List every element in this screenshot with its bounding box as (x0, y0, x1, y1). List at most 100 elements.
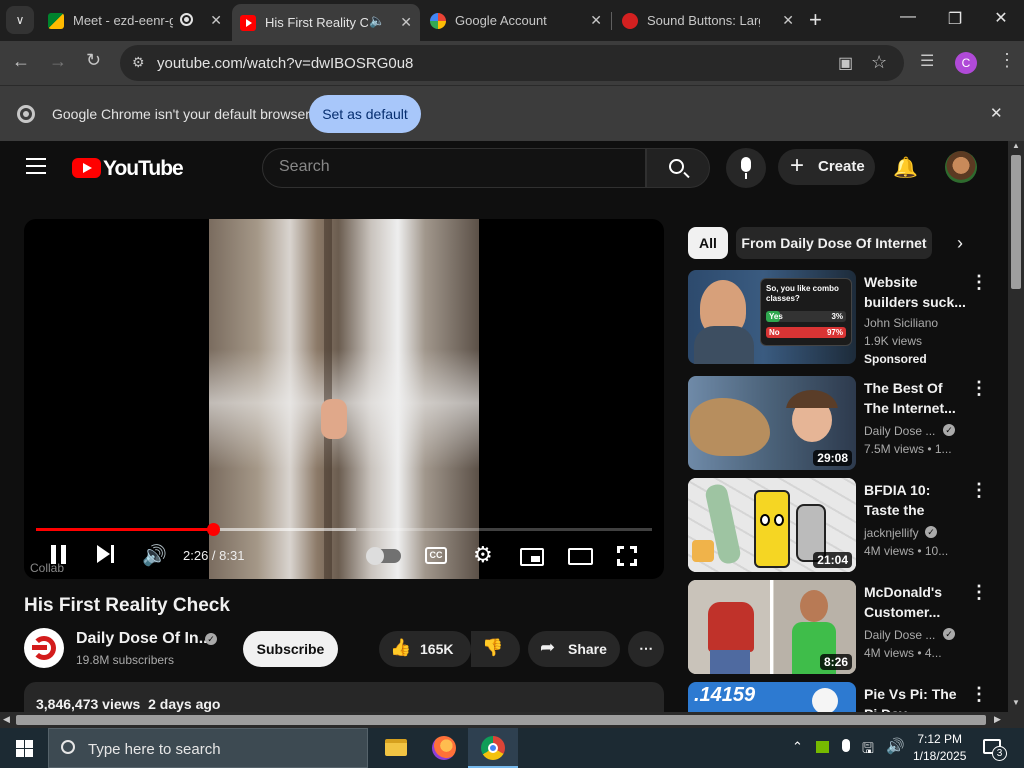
horizontal-scrollbar[interactable]: ◀ ▶ (0, 712, 1008, 728)
scrubber-handle[interactable] (206, 523, 220, 536)
close-tab-icon[interactable]: ✕ (782, 12, 794, 29)
scrollbar-thumb[interactable] (1011, 155, 1021, 289)
speaker-tray-icon[interactable]: 🔊 (886, 737, 905, 755)
recommendation-item[interactable]: 21:04 BFDIA 10: Taste the Sweetness jack… (688, 478, 1000, 572)
subscribe-button[interactable]: Subscribe (243, 631, 338, 667)
search-box[interactable] (262, 148, 646, 188)
site-info-icon[interactable]: ⚙ (132, 54, 145, 71)
media-control-icon[interactable]: ☰ (920, 51, 934, 71)
address-bar[interactable]: ⚙ youtube.com/watch?v=dwIBOSRG0u8 ▣ ☆ (120, 45, 904, 81)
forward-arrow-icon[interactable]: → (49, 51, 67, 72)
windows-start-icon[interactable] (16, 740, 33, 757)
firefox-icon[interactable] (432, 736, 456, 760)
recommendation-item[interactable]: .14159 Pie Vs Pi: The Pi Day... ⋮ (688, 682, 1000, 712)
show-hidden-icons-chevron-icon[interactable]: ⌃ (792, 739, 803, 755)
video-thumbnail[interactable]: .14159 (688, 682, 856, 712)
install-app-icon[interactable]: ▣ (838, 53, 853, 73)
close-tab-icon[interactable]: ✕ (400, 14, 412, 31)
recommendation-item[interactable]: 8:26 McDonald's Customer... Daily Dose .… (688, 580, 1000, 674)
taskbar-search-box[interactable]: Type here to search (48, 728, 368, 768)
more-vertical-icon[interactable]: ⋮ (970, 378, 988, 399)
create-button[interactable]: + Create (778, 149, 875, 185)
back-arrow-icon[interactable]: ← (12, 51, 30, 72)
rec-channel[interactable]: John Siciliano (864, 316, 938, 330)
url-text[interactable]: youtube.com/watch?v=dwIBOSRG0u8 (157, 55, 413, 72)
scroll-down-arrow-icon[interactable]: ▼ (1012, 698, 1020, 707)
notifications-bell-icon[interactable]: 🔔 (893, 155, 918, 180)
rec-title[interactable]: Pie Vs Pi: The Pi Day... (864, 684, 968, 712)
close-infobar-icon[interactable]: ✕ (990, 104, 1003, 122)
window-close-icon[interactable]: ✕ (986, 8, 1016, 28)
close-tab-icon[interactable]: ✕ (210, 12, 222, 29)
theater-mode-icon[interactable] (568, 548, 593, 565)
recommendation-item[interactable]: So, you like combo classes? Yes 3% No 97% … (688, 270, 1000, 366)
scroll-up-arrow-icon[interactable]: ▲ (1012, 141, 1020, 150)
tab-google-account[interactable]: Google Account ✕ (424, 6, 610, 35)
account-avatar[interactable] (945, 151, 977, 183)
more-vertical-icon[interactable]: ⋮ (970, 684, 988, 705)
fullscreen-icon[interactable] (617, 546, 637, 566)
kebab-menu-icon[interactable]: ⋮ (998, 50, 1016, 71)
reload-icon[interactable]: ↻ (86, 50, 101, 71)
taskbar-clock[interactable]: 7:12 PM 1/18/2025 (913, 731, 966, 765)
captions-icon[interactable]: CC (425, 547, 447, 564)
more-vertical-icon[interactable]: ⋮ (970, 272, 988, 293)
rec-title[interactable]: McDonald's Customer... (864, 582, 968, 622)
miniplayer-icon[interactable] (520, 548, 544, 566)
dislike-button[interactable]: 👎 (471, 631, 520, 667)
tab-search-button[interactable]: ∨ (6, 6, 34, 34)
rec-meta: 4M views • 4... (864, 646, 942, 660)
more-vertical-icon[interactable]: ⋮ (970, 480, 988, 501)
tab-youtube[interactable]: His First Reality Ch 🔈 ✕ (232, 4, 420, 41)
microphone-tray-icon[interactable] (842, 739, 850, 752)
scroll-left-arrow-icon[interactable]: ◀ (3, 714, 10, 725)
tab-meet[interactable]: Meet - ezd-eenr-g ✕ (44, 6, 230, 35)
chrome-taskbar-button[interactable] (468, 728, 518, 768)
channel-name[interactable]: Daily Dose Of In... (76, 630, 212, 648)
search-button[interactable] (646, 148, 710, 188)
chip-all[interactable]: All (688, 227, 728, 259)
video-thumbnail[interactable]: 21:04 (688, 478, 856, 572)
vertical-scrollbar[interactable]: ▲ ▼ (1008, 141, 1024, 712)
more-actions-button[interactable]: ⋯ (628, 631, 664, 667)
autoplay-toggle[interactable] (366, 547, 401, 565)
share-button[interactable]: ➦ Share (528, 631, 620, 667)
rec-title[interactable]: The Best Of The Internet... (864, 378, 968, 418)
notification-center-icon[interactable]: 3 (983, 739, 1007, 761)
rec-channel[interactable]: jacknjellify (864, 526, 919, 540)
file-explorer-icon[interactable] (385, 739, 407, 756)
video-player[interactable]: 🔊 2:26 / 8:31 CC ⚙ Collab (24, 219, 664, 579)
speaker-icon[interactable]: 🔈 (369, 13, 385, 29)
restore-icon[interactable]: ❐ (940, 9, 970, 29)
set-as-default-button[interactable]: Set as default (309, 95, 421, 133)
rec-channel[interactable]: Daily Dose ... (864, 628, 935, 642)
profile-avatar[interactable]: C (955, 52, 977, 74)
channel-avatar[interactable] (24, 628, 64, 668)
scrollbar-thumb[interactable] (16, 715, 986, 725)
network-icon[interactable]: 🖫 (862, 738, 874, 762)
recommendation-item[interactable]: 29:08 The Best Of The Internet... Daily … (688, 376, 1000, 470)
chip-from-channel[interactable]: From Daily Dose Of Internet (736, 227, 932, 259)
rec-title[interactable]: BFDIA 10: Taste the Sweetness (864, 480, 968, 520)
more-vertical-icon[interactable]: ⋮ (970, 582, 988, 603)
settings-gear-icon[interactable]: ⚙ (473, 542, 493, 568)
chevron-down-icon: ∨ (15, 13, 25, 27)
minimize-icon[interactable]: — (893, 8, 923, 26)
search-input[interactable] (279, 158, 629, 176)
volume-icon[interactable]: 🔊 (142, 543, 167, 568)
video-thumbnail[interactable]: So, you like combo classes? Yes 3% No 97% (688, 270, 856, 364)
video-thumbnail[interactable]: 29:08 (688, 376, 856, 470)
rec-title[interactable]: Website builders suck... (864, 272, 968, 312)
new-tab-plus-icon[interactable]: + (809, 7, 822, 33)
bookmark-star-icon[interactable]: ☆ (871, 52, 887, 73)
close-tab-icon[interactable]: ✕ (590, 12, 602, 29)
chevron-right-icon[interactable]: › (957, 233, 963, 254)
nvidia-tray-icon[interactable] (816, 741, 829, 753)
video-thumbnail[interactable]: 8:26 (688, 580, 856, 674)
scroll-right-arrow-icon[interactable]: ▶ (994, 714, 1001, 725)
hamburger-menu-icon[interactable] (26, 158, 46, 174)
tab-sound-buttons[interactable]: Sound Buttons: Large ✕ (616, 6, 802, 35)
voice-search-button[interactable] (726, 148, 766, 188)
rec-channel[interactable]: Daily Dose ... (864, 424, 935, 438)
description-box[interactable]: 3,846,473 views 2 days ago (24, 682, 664, 712)
